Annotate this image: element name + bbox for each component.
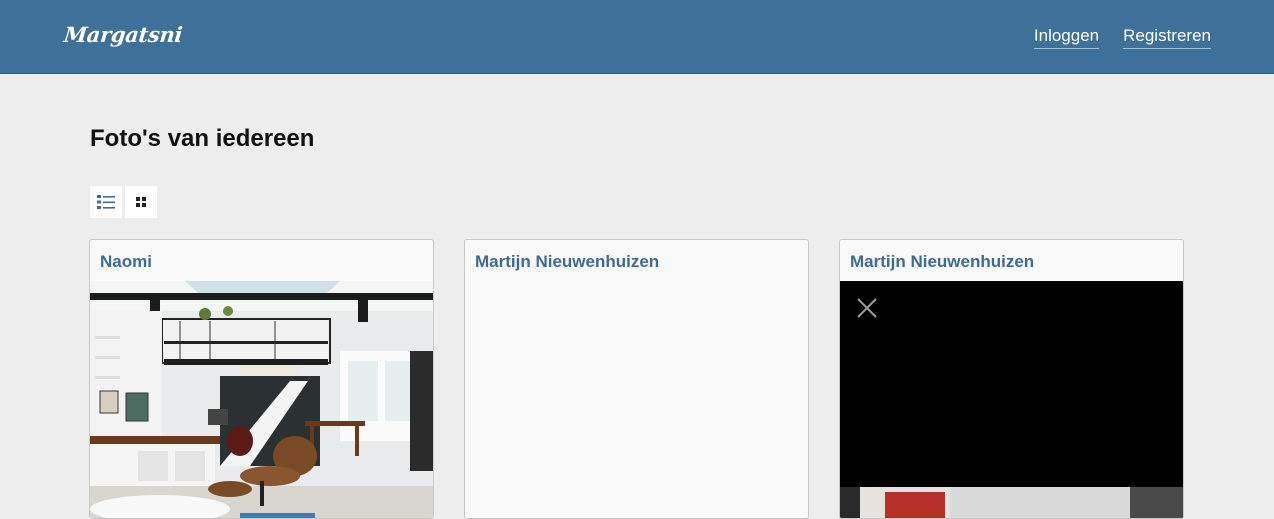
card-author[interactable]: Martijn Nieuwenhuizen	[475, 252, 659, 272]
logo[interactable]: Margatsni	[63, 22, 184, 47]
photo-placeholder	[465, 281, 808, 518]
photo-card: Martijn Nieuwenhuizen	[464, 239, 809, 519]
video-frame-preview	[840, 487, 1183, 518]
photo-card: Naomi	[89, 239, 434, 519]
register-link[interactable]: Registreren	[1123, 26, 1211, 49]
interior-loft-photo[interactable]	[90, 281, 433, 519]
close-icon[interactable]	[856, 297, 878, 319]
login-link[interactable]: Inloggen	[1033, 26, 1100, 49]
card-author[interactable]: Naomi	[100, 252, 152, 272]
top-header: Margatsni Inloggen Registreren	[0, 0, 1274, 74]
page-title: Foto's van iedereen	[90, 125, 315, 152]
grid-view-button[interactable]	[125, 186, 157, 218]
header-nav: Inloggen Registreren	[1033, 26, 1211, 49]
list-view-button[interactable]	[90, 186, 122, 218]
grid-icon	[136, 197, 146, 207]
list-icon	[97, 195, 115, 209]
photo-card: Martijn Nieuwenhuizen	[839, 239, 1184, 519]
video-player[interactable]	[840, 281, 1183, 518]
card-author[interactable]: Martijn Nieuwenhuizen	[850, 252, 1034, 272]
